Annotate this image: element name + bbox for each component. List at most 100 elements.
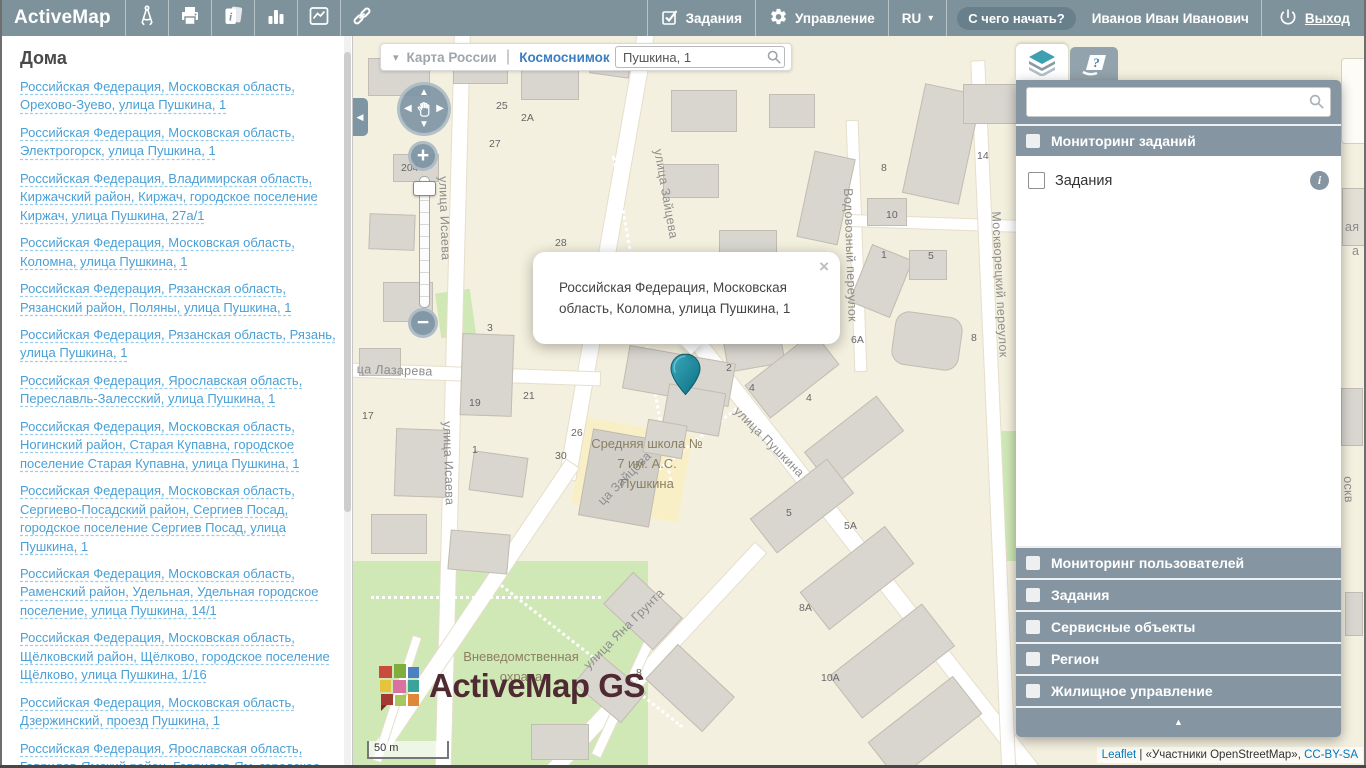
address-link[interactable]: Российская Федерация, Московская область… bbox=[20, 694, 338, 731]
house-number: 21 bbox=[523, 390, 535, 402]
app-logo: ActiveMap bbox=[0, 7, 125, 29]
map-search-input[interactable] bbox=[615, 46, 785, 68]
gear-icon bbox=[769, 7, 788, 29]
tasks-menu[interactable]: Задания bbox=[648, 0, 755, 36]
address-link[interactable]: Российская Федерация, Рязанская область,… bbox=[20, 280, 338, 317]
reference-button[interactable]: i bbox=[212, 0, 254, 36]
map-building bbox=[1342, 188, 1366, 246]
address-link[interactable]: Российская Федерация, Ярославская област… bbox=[20, 740, 338, 768]
section-checkbox[interactable] bbox=[1026, 134, 1040, 148]
section-checkbox[interactable] bbox=[1026, 684, 1040, 698]
measure-tool-button[interactable] bbox=[126, 0, 168, 36]
house-number: 1 bbox=[881, 249, 887, 261]
map-marker-pin[interactable] bbox=[670, 353, 701, 401]
address-link[interactable]: Российская Федерация, Московская область… bbox=[20, 629, 338, 684]
map-building bbox=[769, 94, 815, 128]
license-link[interactable]: CC-BY-SA bbox=[1304, 749, 1358, 761]
current-user: Иванов Иван Иванович bbox=[1080, 11, 1261, 26]
bar-chart-icon bbox=[264, 4, 288, 33]
house-number: 8 bbox=[881, 162, 887, 174]
analytics-button[interactable] bbox=[298, 0, 340, 36]
house-number: 8А bbox=[799, 602, 812, 614]
section-header-region[interactable]: Регион bbox=[1016, 642, 1341, 674]
house-number: 26 bbox=[571, 427, 583, 439]
sidebar-collapse-button[interactable]: ◀ bbox=[353, 98, 368, 136]
zoom-in-button[interactable]: + bbox=[408, 141, 438, 171]
pan-down-arrow[interactable]: ▼ bbox=[419, 120, 429, 130]
collapse-up-icon: ▲ bbox=[1174, 717, 1183, 727]
pan-up-arrow[interactable]: ▲ bbox=[419, 88, 429, 98]
section-checkbox[interactable] bbox=[1026, 556, 1040, 570]
address-link[interactable]: Российская Федерация, Московская область… bbox=[20, 565, 338, 620]
street-label: улица Исаева bbox=[436, 176, 453, 260]
address-link[interactable]: Российская Федерация, Рязанская область,… bbox=[20, 326, 338, 363]
map-building bbox=[671, 90, 737, 132]
arrow-left-icon: ◀ bbox=[357, 112, 364, 123]
address-link[interactable]: Российская Федерация, Владимирская облас… bbox=[20, 170, 338, 225]
house-number: 2 bbox=[726, 362, 732, 374]
chevron-down-icon[interactable]: ▾ bbox=[393, 51, 399, 64]
window-edge bbox=[0, 0, 2, 768]
basemap-option-satellite[interactable]: Космоснимок bbox=[519, 50, 609, 65]
house-number: 5 bbox=[928, 250, 934, 262]
svg-text:?: ? bbox=[1093, 55, 1100, 70]
section-checkbox[interactable] bbox=[1026, 652, 1040, 666]
info-icon[interactable]: i bbox=[1310, 171, 1329, 190]
logout-button[interactable]: Выход bbox=[1262, 7, 1366, 30]
layer-checkbox[interactable] bbox=[1028, 172, 1045, 189]
tab-help[interactable]: ? bbox=[1070, 47, 1118, 80]
street-label: ая bbox=[1345, 220, 1359, 234]
pan-right-arrow[interactable]: ▶ bbox=[436, 104, 444, 114]
address-link[interactable]: Российская Федерация, Московская область… bbox=[20, 418, 338, 473]
section-label: Мониторинг заданий bbox=[1051, 133, 1196, 149]
section-header-housing[interactable]: Жилищное управление bbox=[1016, 674, 1341, 706]
map-road bbox=[971, 61, 1015, 768]
header-right: Задания Управление RU ▾ С чего начать? И… bbox=[647, 0, 1366, 36]
tab-layers[interactable] bbox=[1016, 44, 1068, 80]
panel-collapse-button[interactable]: ▲ bbox=[1016, 706, 1341, 735]
section-header-task-monitoring[interactable]: Мониторинг заданий bbox=[1016, 124, 1341, 156]
power-icon bbox=[1278, 7, 1298, 30]
section-label: Задания bbox=[1051, 587, 1109, 603]
watermark: ActiveMap GS bbox=[379, 664, 645, 708]
close-icon[interactable]: × bbox=[819, 257, 829, 277]
section-header-service-objects[interactable]: Сервисные объекты bbox=[1016, 610, 1341, 642]
address-link[interactable]: Российская Федерация, Московская область… bbox=[20, 234, 338, 271]
address-link[interactable]: Российская Федерация, Ярославская област… bbox=[20, 372, 338, 409]
management-menu[interactable]: Управление bbox=[756, 0, 888, 36]
popup-address-text: Российская Федерация, Московская область… bbox=[533, 252, 840, 330]
house-number: 10 bbox=[886, 209, 898, 221]
search-icon[interactable] bbox=[766, 49, 782, 65]
map-building bbox=[531, 724, 589, 760]
section-checkbox[interactable] bbox=[1026, 588, 1040, 602]
leaflet-link[interactable]: Leaflet bbox=[1102, 749, 1137, 761]
sidebar-scrollbar-thumb[interactable] bbox=[344, 52, 351, 512]
map-search bbox=[615, 46, 785, 68]
panel-search-input[interactable] bbox=[1026, 87, 1331, 117]
layer-row-tasks[interactable]: Задания i bbox=[1016, 158, 1341, 203]
share-link-button[interactable] bbox=[341, 0, 383, 36]
print-button[interactable] bbox=[169, 0, 211, 36]
get-started-button[interactable]: С чего начать? bbox=[957, 7, 1075, 30]
address-link[interactable]: Российская Федерация, Московская область… bbox=[20, 482, 338, 556]
zoom-slider-handle[interactable] bbox=[413, 181, 436, 196]
house-number: 27 bbox=[489, 138, 501, 150]
section-checkbox[interactable] bbox=[1026, 620, 1040, 634]
zoom-out-button[interactable]: − bbox=[408, 308, 438, 338]
pan-left-arrow[interactable]: ◀ bbox=[404, 104, 412, 114]
section-label: Регион bbox=[1051, 651, 1099, 667]
link-icon bbox=[350, 4, 374, 33]
section-header-user-monitoring[interactable]: Мониторинг пользователей bbox=[1016, 546, 1341, 578]
reports-button[interactable] bbox=[255, 0, 297, 36]
divider: | bbox=[506, 48, 510, 66]
section-header-tasks[interactable]: Задания bbox=[1016, 578, 1341, 610]
basemap-option-map[interactable]: Карта России bbox=[407, 50, 497, 65]
address-link[interactable]: Российская Федерация, Московская область… bbox=[20, 124, 338, 161]
map-scale-bar: 50 m bbox=[367, 741, 449, 759]
tasks-menu-label: Задания bbox=[686, 11, 742, 26]
address-link[interactable]: Российская Федерация, Московская область… bbox=[20, 78, 338, 115]
language-selector[interactable]: RU ▾ bbox=[889, 0, 947, 36]
search-icon[interactable] bbox=[1308, 93, 1325, 110]
house-number: 6А bbox=[851, 334, 864, 346]
pan-control[interactable]: ▲ ▼ ◀ ▶ bbox=[397, 82, 451, 136]
